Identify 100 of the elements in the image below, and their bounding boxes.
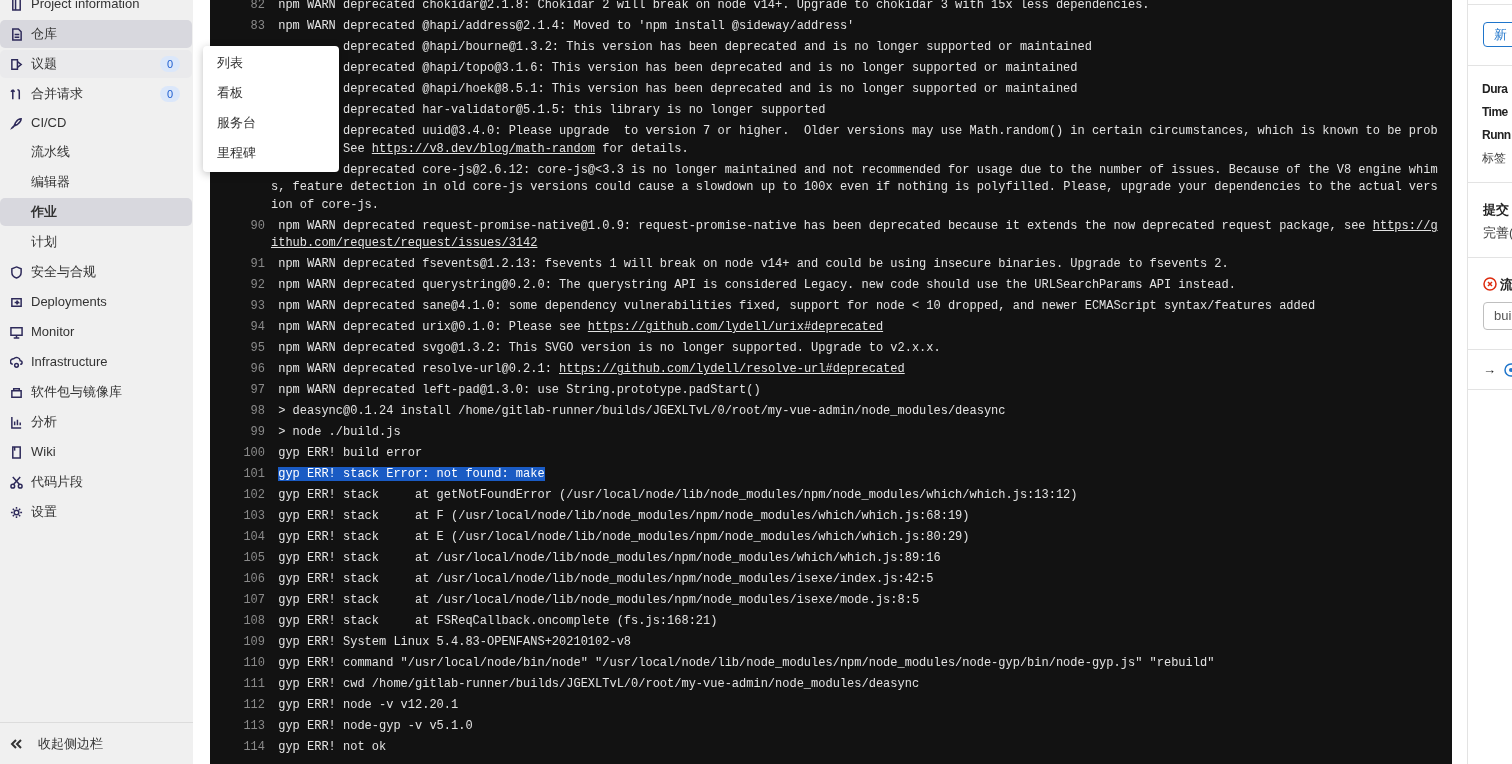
log-line: npm WARN deprecated resolve-url@0.2.1: https://github.com/lydell/resolve-url#deprecated — [278, 362, 905, 377]
count-badge: 0 — [159, 86, 180, 102]
line-number: 98 — [250, 404, 265, 419]
sidebar-item[interactable]: 合并请求 0 — [0, 80, 192, 108]
line-number: 112 — [243, 698, 265, 713]
detail-label: Dura — [1482, 81, 1508, 99]
line-number: 93 — [250, 299, 265, 314]
log-link[interactable]: https://github.com/lydell/resolve-url#deprecated — [559, 362, 905, 377]
menu-item[interactable]: 服务台 — [203, 108, 339, 138]
sidebar-item-label: 代码片段 — [31, 473, 83, 492]
log-line: npm WARN deprecated urix@0.1.0: Please see https://github.com/lydell/urix#deprecated — [278, 320, 884, 335]
detail-label: 标签 — [1482, 150, 1506, 168]
log-line: > deasync@0.1.24 install /home/gitlab-runner/builds/JGEXLTvL/0/root/my-vue-admin/node_modules/deasync — [278, 404, 1006, 419]
sidebar-item-label: 仓库 — [31, 25, 57, 44]
sidebar-item[interactable]: 软件包与镜像库 — [0, 378, 192, 406]
log-line: deprecated @hapi/bourne@1.3.2: This version has been deprecated and is no longer supported or maintained — [343, 40, 1092, 55]
sidebar-item-label: 安全与合规 — [31, 263, 96, 282]
log-line: gyp ERR! build error — [278, 446, 423, 461]
sidebar-item-label: 分析 — [31, 413, 57, 432]
commit-title: 提交 — [1483, 201, 1510, 220]
log-line: gyp ERR! stack at E (/usr/local/node/lib/node_modules/npm/node_modules/which/which.js:80:29) — [278, 530, 970, 545]
sidebar-item[interactable]: 安全与合规 — [0, 258, 192, 286]
line-number: 106 — [243, 572, 265, 587]
line-number: 109 — [243, 635, 265, 650]
line-number: 104 — [243, 530, 265, 545]
log-line: gyp ERR! node -v v12.20.1 — [278, 698, 459, 713]
deploy-icon — [10, 295, 23, 309]
sidebar-item[interactable]: 分析 — [0, 408, 192, 436]
issue-icon — [10, 57, 23, 71]
sidebar-item[interactable]: 仓库 — [0, 20, 192, 48]
line-number: 96 — [250, 362, 265, 377]
sidebar-item[interactable]: 作业 — [0, 198, 192, 226]
log-line: gyp ERR! node-gyp -v v5.1.0 — [278, 719, 473, 734]
menu-item[interactable]: 看板 — [203, 78, 339, 108]
log-line: deprecated uuid@3.4.0: Please upgrade to version 7 or higher. Older versions may use Math.random() in certain circumstances, which is known to be prob — [343, 124, 1438, 139]
log-link[interactable]: ithub.com/request/request/issues/3142 — [271, 236, 538, 251]
log-line: npm WARN deprecated sane@4.1.0: some dependency vulnerabilities fixed, support for node < 10 dropped, and newer ECMAScript syntax/features added — [278, 299, 1316, 314]
sidebar-item[interactable]: 编辑器 — [0, 168, 192, 196]
sidebar-item-label: Monitor — [31, 323, 75, 342]
package-icon — [10, 385, 23, 399]
log-line: > node ./build.js — [278, 425, 401, 440]
sidebar-item-label: Deployments — [31, 293, 107, 312]
chart-icon — [10, 415, 23, 429]
file-icon — [10, 27, 23, 41]
line-number: 103 — [243, 509, 265, 524]
detail-label: Time — [1482, 104, 1508, 122]
sidebar-item-label: 软件包与镜像库 — [31, 383, 122, 402]
sidebar-item[interactable]: 计划 — [0, 228, 192, 256]
log-line: gyp ERR! stack at /usr/local/node/lib/node_modules/npm/node_modules/isexe/mode.js:8:5 — [278, 593, 920, 608]
line-number: 99 — [250, 425, 265, 440]
log-line: deprecated core-js@2.6.12: core-js@<3.3 is no longer maintained and not recommended for usage due to the number of issues. Because of the V8 engine whim — [343, 162, 1438, 177]
log-line: npm WARN deprecated chokidar@2.1.8: Chokidar 2 will break on node v14+. Upgrade to chokidar 3 with 15x less dependencies. — [278, 0, 1150, 13]
menu-item[interactable]: 列表 — [203, 48, 339, 78]
sidebar-item[interactable]: Infrastructure — [0, 348, 192, 376]
line-number: 91 — [250, 257, 265, 272]
sidebar-item[interactable]: 设置 — [0, 498, 192, 526]
log-line: npm WARN deprecated fsevents@1.2.13: fsevents 1 will break on node v14+ and could be using insecure binaries. Upgrade to fsevents 2. — [278, 257, 1229, 272]
sidebar-item[interactable]: Monitor — [0, 318, 192, 346]
line-number: 111 — [243, 677, 265, 692]
book-icon — [10, 445, 23, 459]
log-link[interactable]: https://github.com/lydell/urix#deprecated — [587, 320, 884, 335]
line-number: 110 — [243, 656, 265, 671]
sidebar-item[interactable]: Wiki — [0, 438, 192, 466]
sidebar-item-label: 计划 — [31, 233, 57, 252]
sidebar-item[interactable]: 代码片段 — [0, 468, 192, 496]
sidebar-item[interactable]: CI/CD — [0, 109, 192, 137]
log-link[interactable]: https://v8.dev/blog/math-random — [371, 141, 596, 156]
scissors-icon — [10, 475, 23, 489]
sidebar-item[interactable]: Deployments — [0, 288, 192, 316]
line-number: 92 — [250, 278, 265, 293]
line-number: 113 — [243, 719, 265, 734]
log-line: ion of core-js. — [271, 197, 380, 212]
new-issue-button[interactable]: 新 — [1483, 22, 1512, 48]
line-number: 94 — [250, 320, 265, 335]
book-icon — [10, 0, 23, 11]
menu-item[interactable]: 里程碑 — [203, 138, 339, 168]
line-number: 107 — [243, 593, 265, 608]
log-line: gyp ERR! stack at /usr/local/node/lib/node_modules/npm/node_modules/which/which.js:89:16 — [278, 551, 941, 566]
line-number: 90 — [250, 218, 265, 233]
line-number: 82 — [250, 0, 265, 13]
sidebar-item-label: 设置 — [31, 503, 57, 522]
line-number: 97 — [250, 383, 265, 398]
log-line: gyp ERR! stack at getNotFoundError (/usr/local/node/lib/node_modules/npm/node_modules/which/which.js:13:12) — [278, 488, 1078, 503]
log-line: npm WARN deprecated left-pad@1.3.0: use String.prototype.padStart() — [278, 383, 761, 398]
sidebar-item[interactable]: 议题 0 — [0, 50, 192, 78]
log-line: gyp ERR! stack at F (/usr/local/node/lib/node_modules/npm/node_modules/which/which.js:68:19) — [278, 509, 970, 524]
sidebar-item-label: 作业 — [31, 203, 57, 222]
stage-dropdown[interactable]: bui — [1483, 302, 1512, 331]
log-line: gyp ERR! System Linux 5.4.83-OPENFANS+20210102-v8 — [278, 635, 632, 650]
merge-request-icon — [10, 87, 23, 101]
shield-icon — [10, 265, 23, 279]
sidebar-item-label: 议题 — [31, 55, 57, 74]
collapse-sidebar-button[interactable]: 收起侧边栏 — [38, 733, 103, 754]
log-link[interactable]: https://g — [1372, 218, 1438, 233]
log-line: deprecated har-validator@5.1.5: this library is no longer supported — [343, 103, 826, 118]
settings-icon — [10, 505, 23, 519]
cloud-icon — [10, 355, 23, 369]
log-line: gyp ERR! command "/usr/local/node/bin/node" "/usr/local/node/lib/node_modules/npm/node_modules/node-gyp/bin/node-gyp.js" "rebuild" — [278, 656, 1215, 671]
sidebar-item[interactable]: 流水线 — [0, 138, 192, 166]
log-line: deprecated @hapi/hoek@8.5.1: This version has been deprecated and is no longer supported or maintained — [343, 82, 1078, 97]
